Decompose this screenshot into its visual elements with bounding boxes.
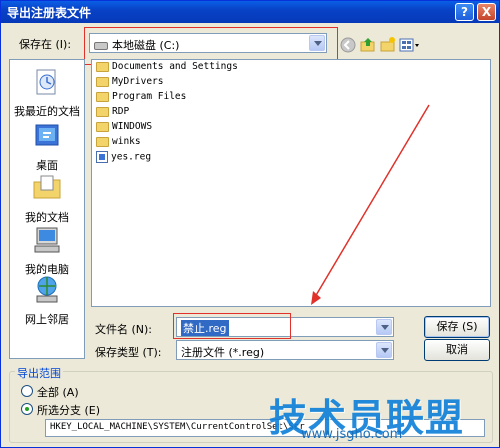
save-button[interactable]: 保存 (S): [424, 316, 490, 338]
place-label: 我最近的文档: [14, 105, 80, 118]
chevron-down-icon[interactable]: [376, 342, 392, 358]
desktop-icon: [35, 124, 59, 146]
place-my-documents[interactable]: 我的文档: [10, 172, 84, 225]
radio-all[interactable]: [21, 385, 33, 397]
view-menu-icon[interactable]: [399, 36, 421, 54]
branch-path-value: HKEY_LOCAL_MACHINE\SYSTEM\CurrentControl…: [50, 422, 305, 432]
folder-icon: [96, 106, 109, 117]
export-registry-dialog: 导出注册表文件 ? X 保存在 (I): 本地磁盘 (C:) 我最近的文档 桌面…: [0, 0, 500, 448]
help-button[interactable]: ?: [455, 3, 474, 21]
back-icon[interactable]: [339, 36, 357, 54]
my-computer-icon: [34, 227, 60, 253]
folder-icon: [96, 76, 109, 87]
places-bar: 我最近的文档 桌面 我的文档 我的电脑 网上邻居: [9, 59, 85, 359]
registry-file-icon: [96, 151, 108, 163]
filetype-dropdown[interactable]: 注册文件 (*.reg): [176, 340, 394, 360]
place-my-computer[interactable]: 我的电脑: [10, 224, 84, 277]
place-network[interactable]: 网上邻居: [10, 274, 84, 327]
folder-icon: [96, 136, 109, 147]
folder-icon: [96, 121, 109, 132]
place-label: 我的文档: [25, 211, 69, 224]
close-button[interactable]: X: [477, 3, 496, 21]
filetype-value: 注册文件 (*.reg): [181, 346, 265, 359]
place-recent-documents[interactable]: 我最近的文档: [10, 66, 84, 119]
window-title: 导出注册表文件: [7, 6, 92, 20]
cancel-button[interactable]: 取消: [424, 339, 490, 361]
list-item[interactable]: MyDrivers: [96, 76, 163, 91]
radio-branch-label: 所选分支 (E): [37, 404, 101, 417]
folder-icon: [96, 91, 109, 102]
annotation-arrow: [311, 104, 430, 305]
network-places-icon: [36, 276, 58, 303]
chevron-down-icon[interactable]: [376, 319, 392, 335]
place-label: 网上邻居: [25, 313, 69, 326]
place-label: 桌面: [36, 159, 58, 172]
export-range-title: 导出范围: [15, 365, 63, 381]
title-bar: 导出注册表文件 ? X: [1, 1, 499, 23]
filename-label: 文件名 (N):: [95, 323, 153, 336]
radio-all-label: 全部 (A): [37, 386, 79, 399]
up-folder-icon[interactable]: [359, 36, 377, 54]
recent-documents-icon: [36, 69, 56, 95]
highlight-box-filename: [173, 313, 291, 339]
save-in-label: 保存在 (I):: [19, 38, 72, 51]
watermark-url: www.jsgho.com: [301, 427, 403, 442]
new-folder-icon[interactable]: [379, 36, 397, 54]
place-desktop[interactable]: 桌面: [10, 120, 84, 173]
my-documents-icon: [33, 175, 61, 199]
list-item[interactable]: Documents and Settings: [96, 61, 238, 76]
filetype-label: 保存类型 (T):: [95, 346, 162, 359]
folder-icon: [96, 61, 109, 72]
list-item[interactable]: Program Files: [96, 91, 186, 106]
list-item[interactable]: winks: [96, 136, 141, 151]
list-item[interactable]: RDP: [96, 106, 129, 121]
list-item[interactable]: yes.reg: [96, 151, 151, 166]
radio-selected-branch[interactable]: [21, 403, 33, 415]
list-item[interactable]: WINDOWS: [96, 121, 152, 136]
